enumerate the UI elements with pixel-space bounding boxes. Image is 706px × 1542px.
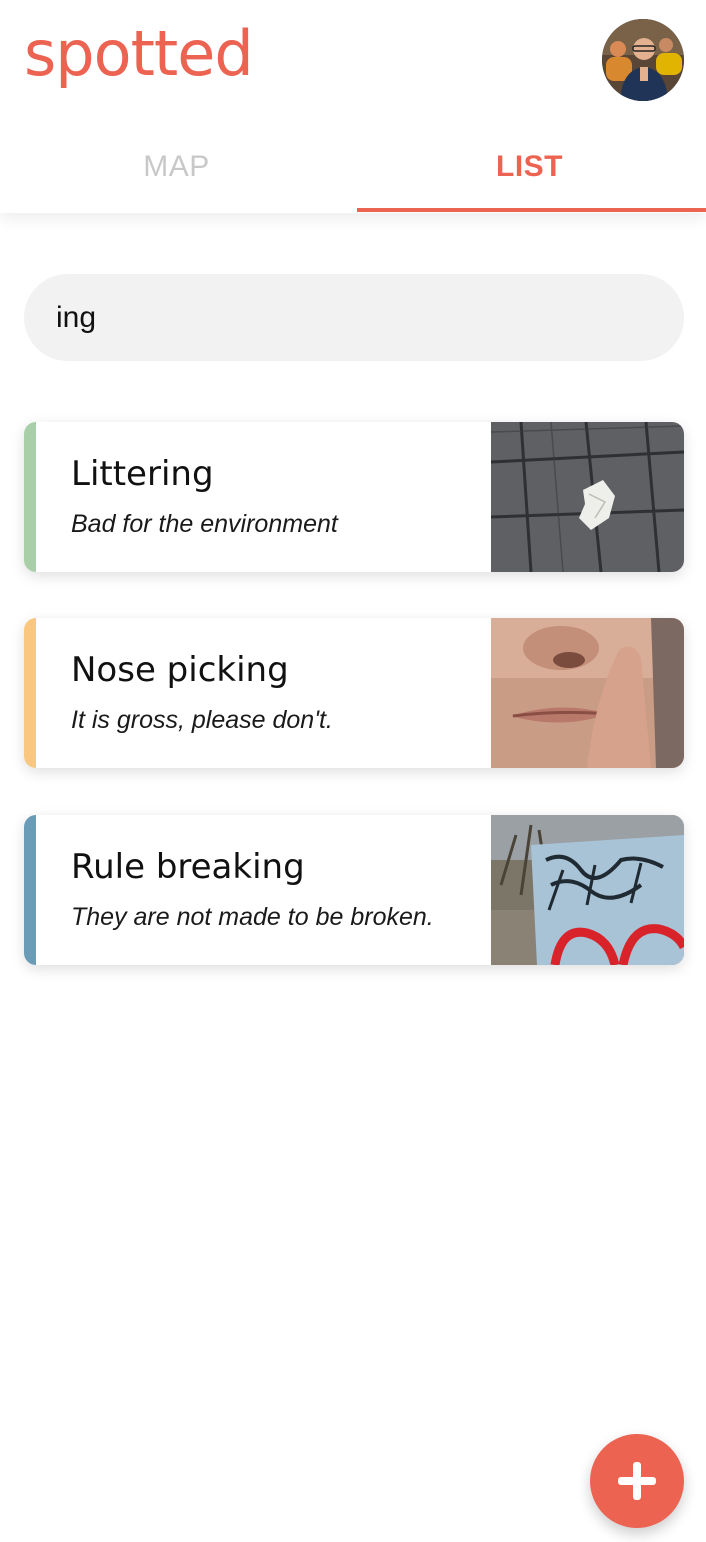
list-item-littering[interactable]: Littering Bad for the environment bbox=[24, 422, 684, 572]
plus-icon bbox=[618, 1462, 656, 1500]
littering-thumbnail bbox=[491, 422, 684, 572]
user-avatar[interactable] bbox=[602, 19, 684, 101]
tab-map[interactable]: MAP bbox=[0, 128, 353, 213]
category-color-bar bbox=[24, 815, 36, 965]
item-subtitle: They are not made to be broken. bbox=[71, 903, 434, 931]
app-screen: spotted MAP LIST Littering bbox=[0, 0, 706, 1542]
tab-list[interactable]: LIST bbox=[353, 128, 706, 213]
spotted-logo[interactable]: spotted bbox=[24, 14, 264, 100]
item-title: Littering bbox=[71, 454, 214, 494]
avatar-photo bbox=[602, 19, 684, 101]
category-color-bar bbox=[24, 422, 36, 572]
list-item-rule-breaking[interactable]: Rule breaking They are not made to be br… bbox=[24, 815, 684, 965]
item-subtitle: Bad for the environment bbox=[71, 510, 338, 538]
logo-text: spotted bbox=[24, 17, 254, 90]
active-tab-indicator bbox=[357, 208, 706, 212]
category-color-bar bbox=[24, 618, 36, 768]
list-item-nose-picking[interactable]: Nose picking It is gross, please don't. bbox=[24, 618, 684, 768]
item-title: Nose picking bbox=[71, 650, 289, 690]
item-subtitle: It is gross, please don't. bbox=[71, 706, 333, 734]
rule-breaking-thumbnail bbox=[491, 815, 684, 965]
search-input[interactable] bbox=[24, 274, 684, 361]
app-header: spotted MAP LIST bbox=[0, 0, 706, 213]
item-title: Rule breaking bbox=[71, 847, 305, 887]
nose-picking-thumbnail bbox=[491, 618, 684, 768]
view-tabs: MAP LIST bbox=[0, 128, 706, 213]
add-spot-button[interactable] bbox=[590, 1434, 684, 1528]
